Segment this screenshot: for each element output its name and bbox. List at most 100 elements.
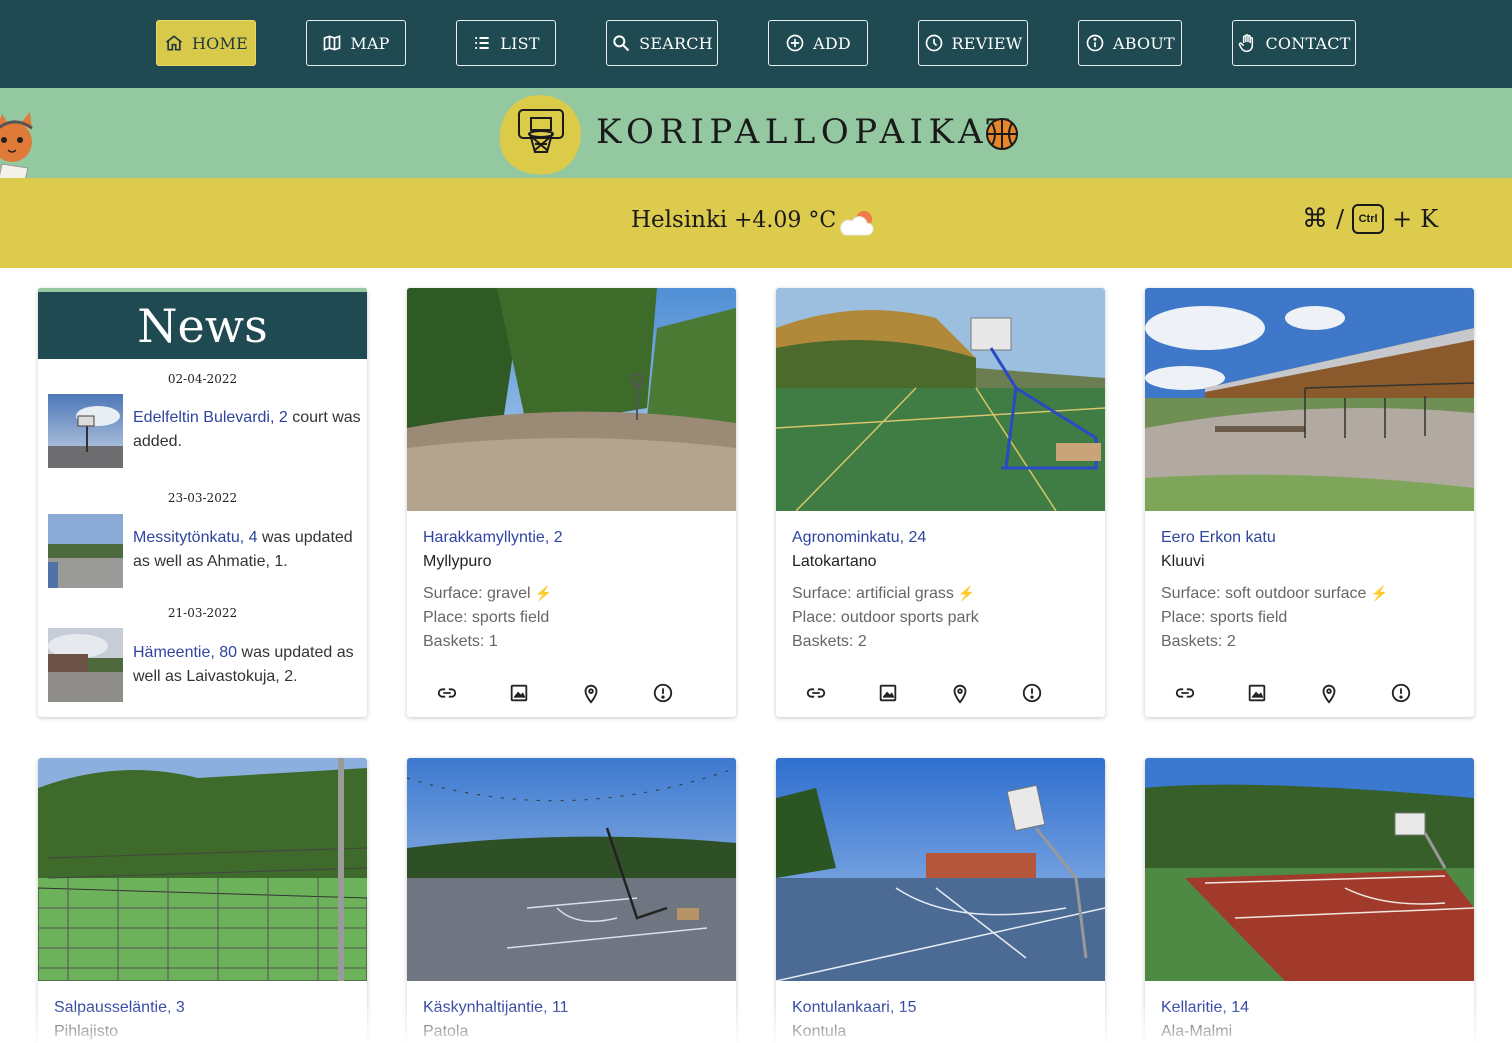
news-court-link[interactable]: Edelfeltin Bulevardi, 2 (133, 409, 288, 426)
court-photo[interactable] (776, 288, 1105, 511)
surface-label: Surface: (1161, 585, 1226, 602)
news-date: 02-04-2022 (167, 372, 238, 386)
place-value: outdoor sports park (840, 609, 979, 626)
court-name-link[interactable]: Harakkamyllyntie, 2 (423, 529, 563, 547)
news-thumbnail[interactable] (48, 628, 123, 702)
court-photo[interactable] (1145, 758, 1474, 981)
court-district: Kontula (792, 1023, 847, 1040)
basketball-hoop-icon[interactable] (513, 104, 569, 160)
court-card: Salpausseläntie, 3 Pihlajisto (38, 758, 367, 1043)
court-photo[interactable] (407, 288, 736, 511)
news-date: 21-03-2022 (167, 606, 238, 620)
court-district: Latokartano (792, 553, 877, 570)
court-baskets: Baskets: 2 (792, 633, 867, 651)
nav-home-button[interactable]: HOME (156, 20, 256, 66)
nav-map-label: MAP (350, 33, 390, 53)
location-pin-icon[interactable] (1318, 682, 1340, 704)
location-pin-icon[interactable] (580, 682, 602, 704)
court-district: Patola (423, 1023, 469, 1040)
court-baskets: Baskets: 1 (423, 633, 498, 651)
partly-cloudy-icon (840, 211, 874, 236)
link-icon[interactable] (805, 682, 827, 704)
place-value: sports field (1209, 609, 1288, 626)
nav-about-button[interactable]: ABOUT (1078, 20, 1182, 66)
news-thumbnail[interactable] (48, 514, 123, 588)
map-icon (324, 35, 341, 51)
nav-add-label: ADD (813, 33, 851, 53)
alert-icon[interactable] (652, 682, 674, 704)
court-photo[interactable] (1145, 288, 1474, 511)
surface-value: gravel (487, 585, 531, 602)
court-card: Harakkamyllyntie, 2 Myllypuro Surface: g… (407, 288, 736, 717)
shortcut-separator: / (1336, 205, 1345, 233)
court-name-link[interactable]: Käskynhaltijantie, 11 (423, 999, 569, 1017)
baskets-label: Baskets: (1161, 633, 1227, 650)
search-shortcut-hint[interactable]: ⌘ / Ctrl + K (1302, 204, 1438, 234)
place-label: Place: (792, 609, 841, 626)
top-nav: HOME MAP LIST SEARCH ADD REVIEW ABOUT CO… (0, 0, 1512, 88)
news-thumbnail[interactable] (48, 394, 123, 468)
news-item-text: Hämeentie, 80 was updated as well as Lai… (133, 641, 361, 689)
court-baskets: Baskets: 2 (1161, 633, 1236, 651)
surface-value: soft outdoor surface (1225, 585, 1367, 602)
news-court-link[interactable]: Messitytönkatu, 4 (133, 529, 258, 546)
bolt-icon: ⚡ (534, 585, 553, 601)
court-surface: Surface: artificial grass ⚡ (792, 585, 975, 603)
link-icon[interactable] (436, 682, 458, 704)
court-district: Myllypuro (423, 553, 492, 570)
image-icon[interactable] (877, 682, 899, 704)
nav-contact-button[interactable]: CONTACT (1232, 20, 1356, 66)
court-name-link[interactable]: Kellaritie, 14 (1161, 999, 1249, 1017)
court-name-link[interactable]: Eero Erkon katu (1161, 529, 1276, 547)
nav-search-button[interactable]: SEARCH (606, 20, 718, 66)
nav-search-label: SEARCH (639, 33, 713, 53)
site-title[interactable]: KORIPALLOPAIKAT (596, 112, 1014, 152)
basketball-icon (986, 118, 1018, 150)
court-place: Place: sports field (1161, 609, 1287, 627)
news-title: News (38, 288, 367, 359)
baskets-label: Baskets: (423, 633, 489, 650)
alert-icon[interactable] (1390, 682, 1412, 704)
surface-value: artificial grass (856, 585, 954, 602)
nav-review-button[interactable]: REVIEW (918, 20, 1028, 66)
nav-map-button[interactable]: MAP (306, 20, 406, 66)
ctrl-key: Ctrl (1352, 204, 1385, 234)
news-court-link[interactable]: Hämeentie, 80 (133, 644, 237, 661)
court-name-link[interactable]: Salpausseläntie, 3 (54, 999, 185, 1017)
news-card: News 02-04-2022 Edelfeltin Bulevardi, 2 … (38, 288, 367, 717)
alert-icon[interactable] (1021, 682, 1043, 704)
plus-circle-icon (786, 34, 804, 52)
court-place: Place: sports field (423, 609, 549, 627)
court-photo[interactable] (38, 758, 367, 981)
hand-icon (1239, 34, 1254, 53)
clock-icon (925, 34, 942, 52)
nav-list-button[interactable]: LIST (456, 20, 556, 66)
baskets-value: 1 (488, 633, 498, 650)
home-icon (166, 35, 183, 51)
court-card: Kontulankaari, 15 Kontula (776, 758, 1105, 1043)
nav-review-label: REVIEW (951, 33, 1023, 53)
court-card: Kellaritie, 14 Ala-Malmi (1145, 758, 1474, 1043)
court-card: Eero Erkon katu Kluuvi Surface: soft out… (1145, 288, 1474, 717)
news-item-text: Edelfeltin Bulevardi, 2 court was added. (133, 406, 361, 454)
court-name-link[interactable]: Kontulankaari, 15 (792, 999, 917, 1017)
baskets-value: 2 (857, 633, 867, 650)
court-place: Place: outdoor sports park (792, 609, 979, 627)
shortcut-key: K (1420, 205, 1439, 233)
court-photo[interactable] (776, 758, 1105, 981)
nav-contact-label: CONTACT (1265, 33, 1351, 53)
court-photo[interactable] (407, 758, 736, 981)
court-name-link[interactable]: Agronominkatu, 24 (792, 529, 926, 547)
court-surface: Surface: soft outdoor surface ⚡ (1161, 585, 1388, 603)
nav-add-button[interactable]: ADD (768, 20, 868, 66)
court-district: Ala-Malmi (1161, 1023, 1233, 1040)
surface-label: Surface: (423, 585, 488, 602)
news-date: 23-03-2022 (167, 491, 238, 505)
image-icon[interactable] (508, 682, 530, 704)
image-icon[interactable] (1246, 682, 1268, 704)
shortcut-plus: + (1392, 205, 1413, 233)
court-district: Pihlajisto (54, 1023, 119, 1040)
place-label: Place: (423, 609, 472, 626)
location-pin-icon[interactable] (949, 682, 971, 704)
link-icon[interactable] (1174, 682, 1196, 704)
